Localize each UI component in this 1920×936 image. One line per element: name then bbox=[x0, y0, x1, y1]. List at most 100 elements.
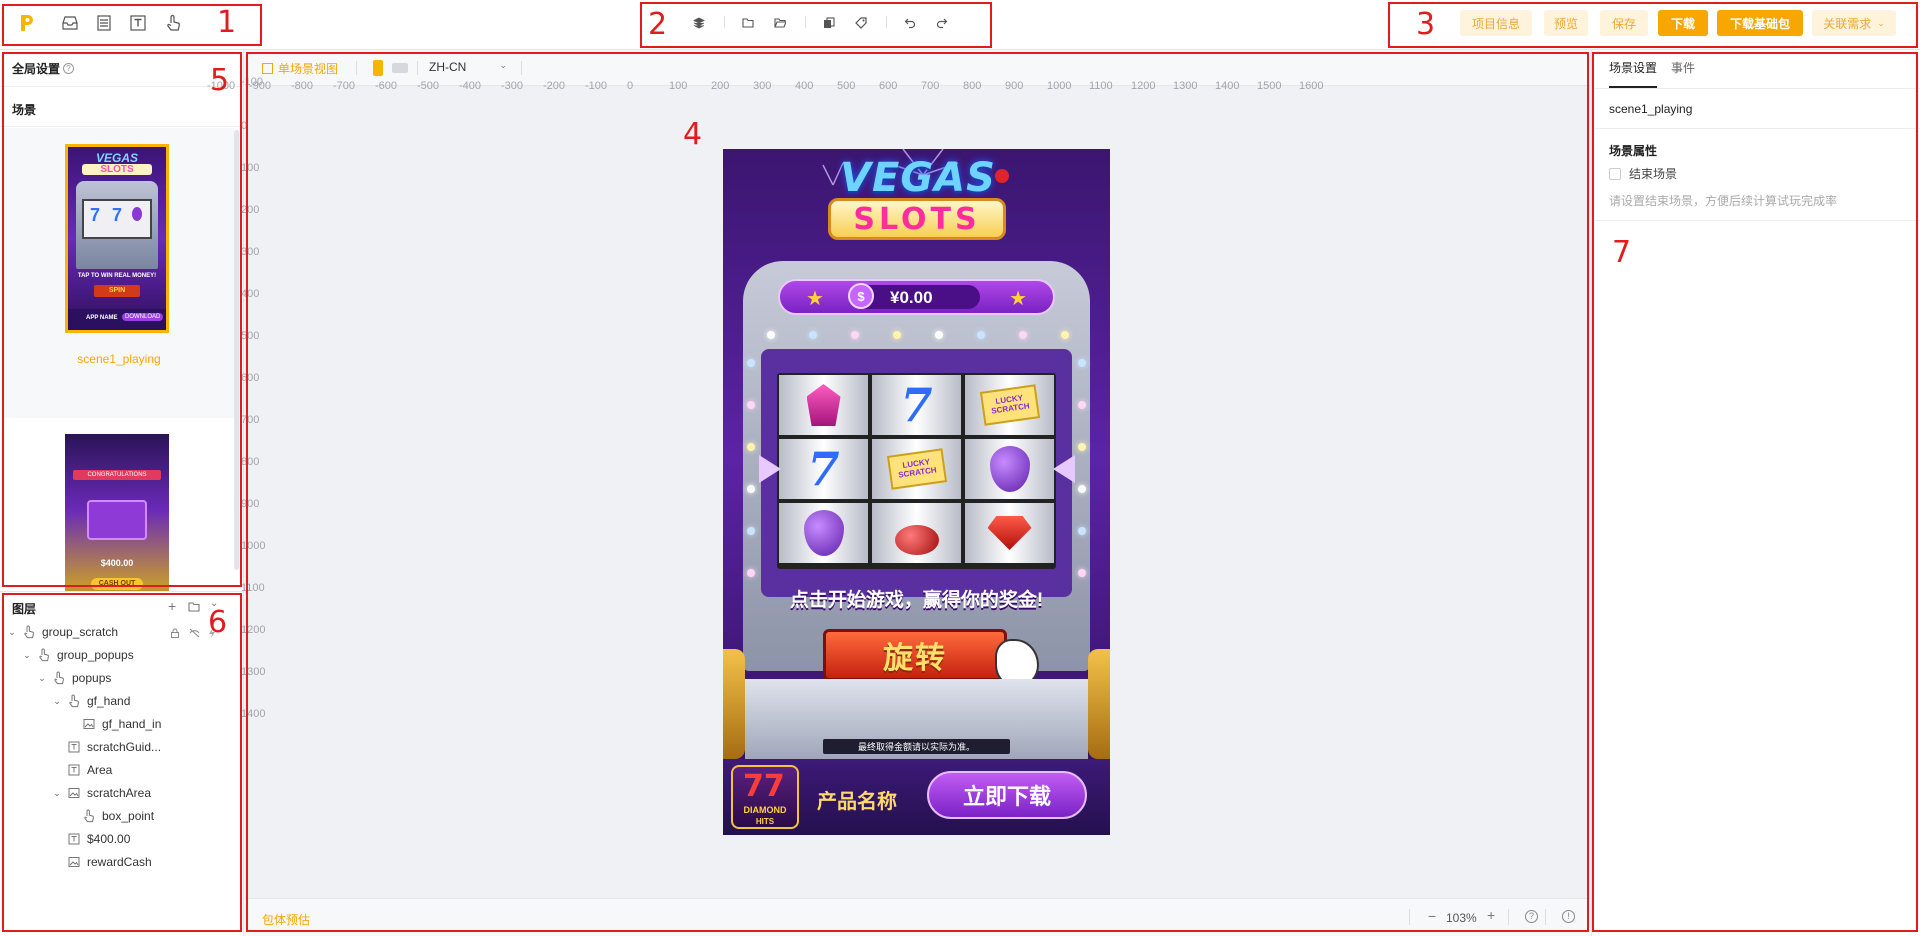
download-button[interactable]: 下载 bbox=[1658, 10, 1708, 36]
annotation-number: 6 bbox=[208, 605, 228, 640]
tag-icon[interactable] bbox=[854, 16, 868, 30]
ad-preview-canvas[interactable]: VEGAS SLOTS ★ ★ $ ¥0.00 7 LUCKY SCRATCH 7 LU… bbox=[723, 149, 1110, 835]
device-portrait-toggle[interactable] bbox=[373, 60, 383, 76]
hand-icon bbox=[52, 671, 66, 685]
undo-icon[interactable] bbox=[903, 16, 917, 30]
related-label: 关联需求 bbox=[1823, 16, 1872, 31]
light-bulb bbox=[1019, 331, 1027, 339]
ruler-tick-label: 1100 bbox=[1089, 80, 1113, 92]
folder-add-icon[interactable] bbox=[188, 601, 200, 615]
chevron-down-icon[interactable]: ⌄ bbox=[51, 788, 63, 799]
ruler-tick-label: 200 bbox=[711, 80, 730, 92]
download-now-button[interactable]: 立即下载 bbox=[927, 771, 1087, 819]
reel-cell: LUCKY SCRATCH bbox=[872, 439, 961, 499]
ruler-tick-label: 600 bbox=[241, 372, 260, 384]
tab-events[interactable]: 事件 bbox=[1671, 59, 1695, 76]
zoom-in-button[interactable]: + bbox=[1487, 907, 1495, 923]
coins-right bbox=[1088, 649, 1110, 759]
chevron-down-icon[interactable]: ⌄ bbox=[36, 673, 48, 684]
ruler-tick-label: 500 bbox=[837, 80, 856, 92]
annotation-number: 4 bbox=[683, 117, 703, 152]
scene-card[interactable]: CONGRATULATIONS $400.00 CASH OUT bbox=[4, 420, 234, 624]
eye-off-icon[interactable] bbox=[189, 627, 200, 638]
reel-cell: 7 bbox=[872, 375, 961, 435]
view-mode-label: 单场景视图 bbox=[278, 62, 339, 76]
project-info-button[interactable]: 项目信息 bbox=[1460, 10, 1532, 36]
ruler-tick-label: 700 bbox=[921, 80, 940, 92]
package-estimate-link[interactable]: 包体预估 bbox=[262, 911, 310, 928]
cta-text: 点击开始游戏，赢得你的奖金! bbox=[789, 590, 1044, 611]
related-requirements-dropdown[interactable]: 关联需求 ⌄ bbox=[1812, 10, 1896, 36]
hand-pointer-icon[interactable] bbox=[163, 13, 183, 33]
ruler-tick-label: -600 bbox=[375, 80, 398, 92]
annotation-number: 2 bbox=[648, 7, 668, 42]
arrow-right-icon bbox=[1053, 455, 1075, 483]
layer-name: rewardCash bbox=[87, 855, 152, 869]
layers-icon[interactable] bbox=[692, 16, 706, 30]
folder-icon[interactable] bbox=[741, 16, 755, 30]
seven-symbol: 7 bbox=[900, 378, 933, 432]
divider bbox=[0, 126, 243, 127]
chevron-down-icon[interactable]: ⌄ bbox=[51, 696, 63, 707]
ruler-tick-label: 100 bbox=[241, 162, 260, 174]
reel-cell: 7 bbox=[779, 439, 868, 499]
text-icon[interactable] bbox=[128, 13, 148, 33]
scene-card[interactable]: VEGAS SLOTS 7 7 TAP TO WIN REAL MONEY! S… bbox=[4, 128, 234, 418]
copy-icon[interactable] bbox=[822, 16, 836, 30]
language-select[interactable]: ZH-CN ⌄ bbox=[429, 60, 507, 74]
thumb-download: DOWNLOAD bbox=[122, 313, 164, 321]
chevron-down-icon[interactable]: ⌄ bbox=[6, 627, 18, 638]
preview-button[interactable]: 预览 bbox=[1544, 10, 1588, 36]
zoom-level: 103% bbox=[1446, 911, 1477, 925]
inbox-icon[interactable] bbox=[60, 13, 80, 33]
zoom-out-button[interactable]: − bbox=[1428, 908, 1436, 924]
thumb-cta: TAP TO WIN REAL MONEY! bbox=[77, 273, 157, 279]
info-icon[interactable]: ! bbox=[1562, 910, 1575, 923]
device-landscape-toggle[interactable] bbox=[392, 63, 408, 73]
scene-name-value: scene1_playing bbox=[1609, 102, 1693, 116]
end-scene-option[interactable]: 结束场景 bbox=[1609, 165, 1677, 182]
toolbar-divider bbox=[805, 16, 806, 28]
folder-open-icon[interactable] bbox=[773, 16, 787, 30]
end-scene-checkbox[interactable] bbox=[1609, 167, 1621, 180]
ruler-tick-label: 200 bbox=[241, 204, 260, 216]
ruler-tick-label: 1200 bbox=[241, 624, 266, 636]
form-icon[interactable] bbox=[94, 13, 114, 33]
redo-icon[interactable] bbox=[935, 16, 949, 30]
global-settings-title[interactable]: 全局设置 bbox=[12, 60, 60, 77]
ruler-tick-label: 500 bbox=[241, 330, 260, 342]
ruler-tick-label: 900 bbox=[241, 498, 260, 510]
ad-footer: 77 DIAMOND HITS 产品名称 立即下载 bbox=[723, 759, 1110, 835]
add-layer-icon[interactable]: + bbox=[168, 598, 176, 614]
hand-icon bbox=[82, 809, 96, 823]
view-mode-tab[interactable]: 单场景视图 bbox=[262, 60, 338, 77]
ruler-tick-label: 1100 bbox=[241, 582, 265, 594]
ruler-tick-label: 0 bbox=[241, 120, 248, 132]
chevron-down-icon[interactable]: ⌄ bbox=[21, 650, 33, 661]
light-bulb bbox=[747, 527, 755, 535]
help-icon[interactable]: ? bbox=[1525, 910, 1538, 923]
divider bbox=[356, 61, 357, 75]
p-logo-icon[interactable] bbox=[17, 13, 37, 33]
lock-icon[interactable] bbox=[170, 627, 180, 638]
ruler-tick-label: 800 bbox=[241, 456, 260, 468]
tab-scene-settings[interactable]: 场景设置 bbox=[1609, 59, 1657, 76]
ruler-tick-label: 400 bbox=[795, 80, 814, 92]
disclaimer: 最终取得金额请以实际为准。 bbox=[823, 739, 1010, 754]
thumb-app-name: APP NAME bbox=[86, 315, 118, 321]
layers-title: 图层 bbox=[12, 602, 37, 616]
reel-cell bbox=[872, 503, 961, 563]
slots-text: SLOTS bbox=[853, 201, 981, 237]
reel-cell bbox=[965, 439, 1054, 499]
end-scene-label: 结束场景 bbox=[1629, 167, 1678, 181]
layer-row[interactable]: rewardCash bbox=[0, 848, 240, 876]
save-button[interactable]: 保存 bbox=[1600, 10, 1648, 36]
help-icon[interactable]: ? bbox=[63, 63, 75, 74]
red-gem-symbol bbox=[987, 516, 1032, 550]
thumb-title-2: SLOTS bbox=[82, 164, 152, 175]
download-base-button[interactable]: 下载基础包 bbox=[1717, 10, 1803, 36]
ruler-tick-label: -300 bbox=[501, 80, 524, 92]
spin-button[interactable]: 旋转 bbox=[823, 629, 1007, 681]
ruler-tick-label: -500 bbox=[417, 80, 440, 92]
scene-scrollbar[interactable] bbox=[234, 130, 239, 570]
